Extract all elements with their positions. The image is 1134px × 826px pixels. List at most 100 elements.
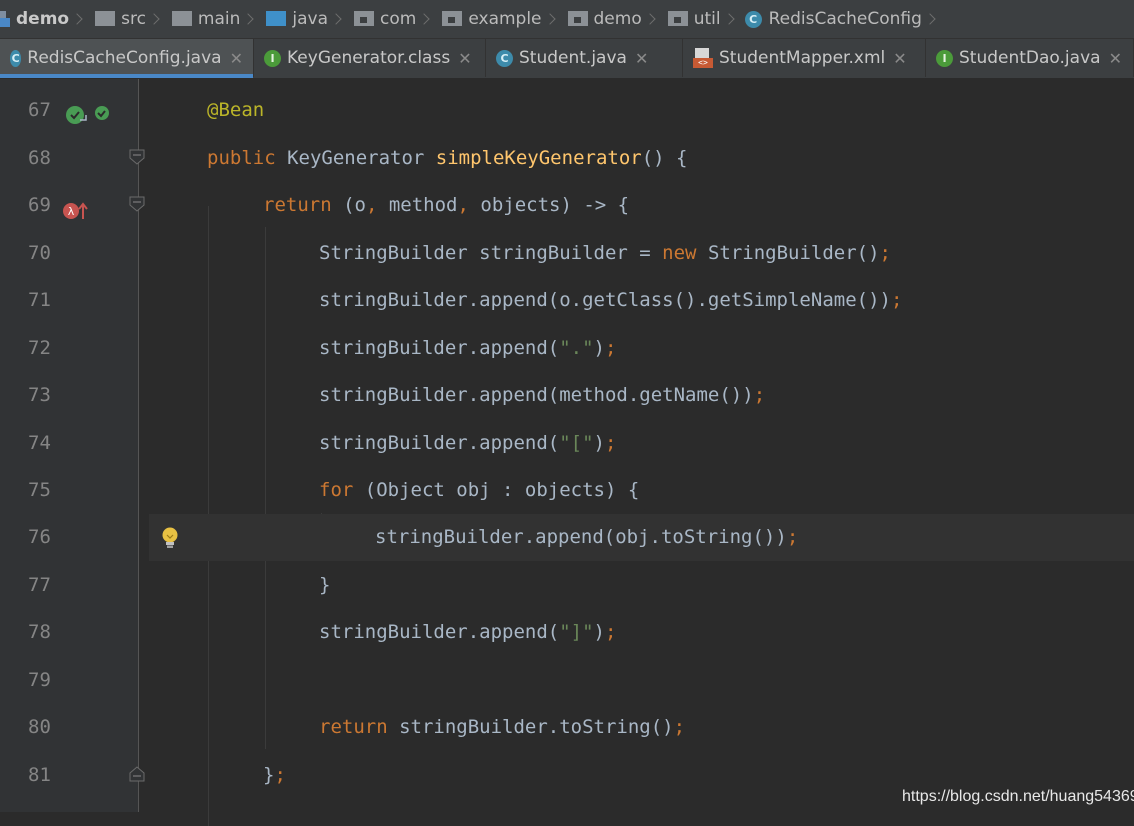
tab-label: RedisCacheConfig.java [27, 48, 222, 68]
chevron-right-icon [330, 13, 342, 25]
tab-keygenerator[interactable]: I KeyGenerator.class ✕ [254, 39, 486, 77]
source-folder-icon [266, 10, 287, 26]
close-icon[interactable]: ✕ [1109, 49, 1122, 68]
tab-label: Student.java [519, 48, 627, 68]
code-line: 79 [0, 657, 1134, 704]
chevron-right-icon [722, 13, 735, 25]
package-icon [442, 10, 463, 26]
breadcrumb-label: com [380, 9, 417, 29]
code-text: return stringBuilder.toString(); [319, 716, 686, 738]
tab-label: StudentMapper.xml [719, 48, 886, 68]
folder-icon [171, 10, 192, 26]
tab-label: StudentDao.java [959, 48, 1101, 68]
code-line: 77 } [0, 562, 1134, 609]
line-number: 80 [28, 716, 51, 738]
code-line: 71 stringBuilder.append(o.getClass().get… [0, 277, 1134, 324]
breadcrumb-item-java[interactable]: java [258, 0, 328, 38]
breadcrumb-item-util[interactable]: util [660, 0, 721, 38]
close-icon[interactable]: ✕ [635, 49, 648, 68]
chevron-right-icon [71, 13, 83, 25]
breadcrumb-item-rediscacheconfig[interactable]: C RedisCacheConfig [739, 0, 922, 38]
module-icon [0, 11, 10, 27]
code-text: public KeyGenerator simpleKeyGenerator()… [207, 147, 688, 169]
close-icon[interactable]: ✕ [458, 49, 471, 68]
chevron-right-icon [543, 13, 556, 25]
xml-file-icon: <> [693, 48, 713, 68]
chevron-right-icon [148, 13, 160, 25]
class-icon: C [10, 49, 22, 67]
interface-icon: I [264, 49, 281, 67]
code-text: stringBuilder.append(method.getName()); [319, 384, 766, 406]
breadcrumb-item-example[interactable]: example [434, 0, 542, 38]
tab-rediscacheconfig[interactable]: C RedisCacheConfig.java ✕ [0, 39, 254, 78]
code-text: } [319, 574, 331, 596]
close-icon[interactable]: ✕ [230, 49, 243, 68]
code-editor[interactable]: 67 @Bean 68 public KeyGenerator simpleKe… [0, 79, 1134, 826]
package-icon [667, 10, 688, 26]
code-line: 75 for (Object obj : objects) { [0, 467, 1134, 514]
code-line: 73 stringBuilder.append(method.getName()… [0, 372, 1134, 419]
breadcrumb-item-com[interactable]: com [346, 0, 416, 38]
breadcrumb-item-main[interactable]: main [164, 0, 240, 38]
breadcrumb-label: main [197, 9, 241, 29]
code-line: 72 stringBuilder.append("."); [0, 325, 1134, 372]
code-line: 68 public KeyGenerator simpleKeyGenerato… [0, 135, 1134, 182]
editor-tab-bar: C RedisCacheConfig.java ✕ I KeyGenerator… [0, 39, 1134, 79]
tab-studentmapper[interactable]: <> StudentMapper.xml ✕ [683, 39, 926, 77]
breadcrumb-item-demo-module[interactable]: demo [0, 0, 69, 38]
code-line-current: 76 stringBuilder.append(obj.toString()); [0, 514, 1134, 561]
breadcrumb-label: demo [16, 9, 70, 29]
fold-icon[interactable] [129, 149, 145, 165]
code-line: 69 λ return (o, method, objects) -> { [0, 182, 1134, 229]
code-text: for (Object obj : objects) { [319, 479, 640, 501]
line-number: 75 [28, 479, 51, 501]
fold-icon[interactable] [129, 196, 145, 212]
tab-label: KeyGenerator.class [287, 48, 451, 68]
breadcrumb-item-src[interactable]: src [87, 0, 146, 38]
breadcrumb-label: example [468, 9, 542, 29]
breadcrumb-label: RedisCacheConfig [768, 9, 922, 29]
svg-text:λ: λ [68, 205, 75, 218]
chevron-right-icon [924, 13, 936, 25]
code-line: 74 stringBuilder.append("["); [0, 420, 1134, 467]
watermark: https://blog.csdn.net/huang543693 [902, 788, 1134, 805]
chevron-right-icon [418, 13, 431, 25]
line-number: 76 [28, 526, 51, 548]
line-number: 68 [28, 147, 51, 169]
fold-end-icon[interactable] [129, 766, 145, 782]
code-text: stringBuilder.append(obj.toString()); [375, 526, 799, 548]
class-icon: C [744, 10, 762, 28]
tab-studentdao[interactable]: I StudentDao.java ✕ [926, 39, 1134, 77]
code-text: stringBuilder.append("."); [319, 337, 617, 359]
close-icon[interactable]: ✕ [893, 49, 906, 68]
chevron-right-icon [644, 13, 656, 25]
code-line: 78 stringBuilder.append("]"); [0, 609, 1134, 656]
code-text: @Bean [207, 99, 265, 121]
line-number: 72 [28, 337, 51, 359]
line-number: 81 [28, 764, 51, 786]
chevron-right-icon [242, 13, 255, 25]
breadcrumb-label: src [121, 9, 146, 29]
folder-icon [95, 10, 116, 26]
tab-student[interactable]: C Student.java ✕ [486, 39, 683, 77]
line-number: 77 [28, 574, 51, 596]
line-number: 74 [28, 432, 51, 454]
breadcrumb: demo src main java com example demo util… [0, 0, 1134, 39]
class-icon: C [496, 49, 513, 67]
code-text: stringBuilder.append(o.getClass().getSim… [319, 289, 903, 311]
breadcrumb-label: java [292, 9, 329, 29]
package-icon [567, 10, 588, 26]
line-number: 67 [28, 99, 51, 121]
interface-icon: I [936, 49, 953, 67]
package-icon [354, 10, 375, 26]
breadcrumb-item-demo-package[interactable]: demo [560, 0, 642, 38]
code-text: return (o, method, objects) -> { [263, 194, 630, 216]
code-line: 70 StringBuilder stringBuilder = new Str… [0, 230, 1134, 277]
code-text: stringBuilder.append("["); [319, 432, 617, 454]
line-number: 73 [28, 384, 51, 406]
line-number: 70 [28, 242, 51, 264]
code-text: }; [263, 764, 286, 786]
line-number: 78 [28, 621, 51, 643]
code-text: StringBuilder stringBuilder = new String… [319, 242, 891, 264]
line-number: 79 [28, 669, 51, 691]
